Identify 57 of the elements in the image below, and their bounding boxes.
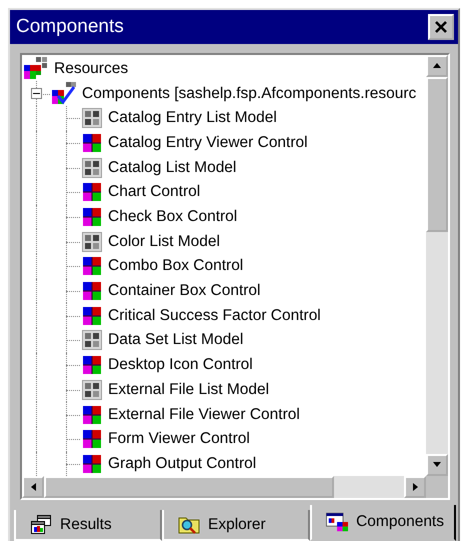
collapse-button[interactable] <box>31 88 42 100</box>
tree-item[interactable]: Chart Control <box>108 183 200 202</box>
scroll-thumb[interactable] <box>44 476 334 498</box>
scrollbar-corner <box>426 476 448 498</box>
tree-item[interactable]: Components [sashelp.fsp.Afcomponents.resourc <box>82 84 416 103</box>
horizontal-scrollbar[interactable] <box>22 476 426 498</box>
grid-icon <box>82 158 102 178</box>
tree-item[interactable]: Graph Output Control <box>108 454 256 473</box>
down-arrow-icon <box>433 462 441 468</box>
tree-item[interactable]: External File List Model <box>108 380 270 399</box>
windows-icon <box>30 514 52 534</box>
left-arrow-icon <box>30 482 36 491</box>
grid-icon <box>82 330 102 350</box>
up-arrow-icon <box>433 63 441 68</box>
grid-icon <box>82 232 102 252</box>
tree-item[interactable]: Data Set List Model <box>108 331 244 350</box>
grid-icon <box>82 108 102 128</box>
color-grid-icon <box>82 429 102 450</box>
color-grid-icon <box>82 281 102 302</box>
tree-item[interactable]: External File Viewer Control <box>108 406 300 424</box>
color-grid-icon <box>82 404 102 425</box>
color-grid-icon <box>82 207 102 228</box>
scroll-right-button[interactable] <box>404 476 426 498</box>
tree-item[interactable]: Form Viewer Control <box>108 430 250 448</box>
window-title: Components <box>16 16 124 38</box>
folder-search-icon <box>178 514 200 534</box>
tree-item[interactable]: Container Box Control <box>108 282 260 300</box>
scroll-left-button[interactable] <box>22 476 44 498</box>
tree-item[interactable]: Check Box Control <box>108 208 238 226</box>
color-grid-icon <box>82 454 102 474</box>
tree-item[interactable]: Catalog List Model <box>108 158 236 177</box>
close-button[interactable] <box>428 14 454 40</box>
tree-item[interactable]: Color List Model <box>108 232 220 251</box>
tab[interactable]: Components <box>310 505 456 541</box>
color-grid-icon <box>82 355 102 376</box>
window-grid-icon <box>326 512 348 532</box>
vertical-scrollbar[interactable] <box>426 54 448 476</box>
color-grid-icon <box>82 132 102 153</box>
tree-item[interactable]: Desktop Icon Control <box>108 356 253 374</box>
tab[interactable]: Explorer <box>162 510 310 541</box>
tab[interactable]: Results <box>14 510 162 541</box>
tree-item[interactable]: Catalog Entry Viewer Control <box>108 134 308 152</box>
color-grid-icon <box>82 182 102 202</box>
color-grid-icon <box>82 256 102 276</box>
grid-icon <box>82 380 102 400</box>
checked-grid-icon <box>52 82 76 106</box>
scroll-thumb[interactable] <box>426 76 448 232</box>
color-grid-icon <box>82 306 102 326</box>
scroll-down-button[interactable] <box>426 454 448 476</box>
close-icon <box>435 20 447 33</box>
tree-item[interactable]: Critical Success Factor Control <box>108 306 321 325</box>
resources-icon <box>24 56 48 81</box>
tree-item[interactable]: Resources <box>54 60 128 78</box>
right-arrow-icon <box>412 482 418 491</box>
tree-item[interactable]: Catalog Entry List Model <box>108 109 277 128</box>
scroll-up-button[interactable] <box>426 54 448 77</box>
tree-item[interactable]: Combo Box Control <box>108 257 244 276</box>
